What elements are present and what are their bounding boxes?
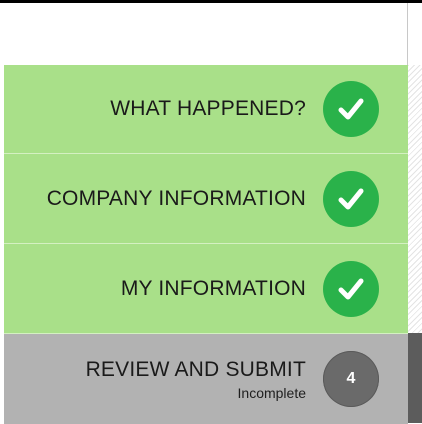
step-what-happened[interactable]: WHAT HAPPENED? (4, 65, 408, 153)
step-status: Incomplete (237, 384, 306, 401)
progress-steps: WHAT HAPPENED? COMPANY INFORMATION MY IN… (4, 65, 408, 424)
step-number-badge: 4 (323, 351, 379, 407)
step-label: WHAT HAPPENED? (110, 97, 306, 120)
completed-steps-indicator (408, 65, 422, 333)
check-icon (323, 81, 379, 137)
step-label: REVIEW AND SUBMIT (85, 357, 306, 381)
step-my-information[interactable]: MY INFORMATION (4, 243, 408, 333)
step-label: MY INFORMATION (120, 276, 306, 300)
step-company-information[interactable]: COMPANY INFORMATION (4, 153, 408, 243)
step-label: COMPANY INFORMATION (46, 186, 306, 210)
check-icon (323, 260, 379, 317)
header-area (4, 3, 408, 65)
step-review-and-submit[interactable]: REVIEW AND SUBMIT Incomplete 4 (4, 333, 408, 424)
current-step-marker (408, 333, 422, 423)
header-divider (407, 3, 408, 65)
check-icon (323, 170, 379, 227)
